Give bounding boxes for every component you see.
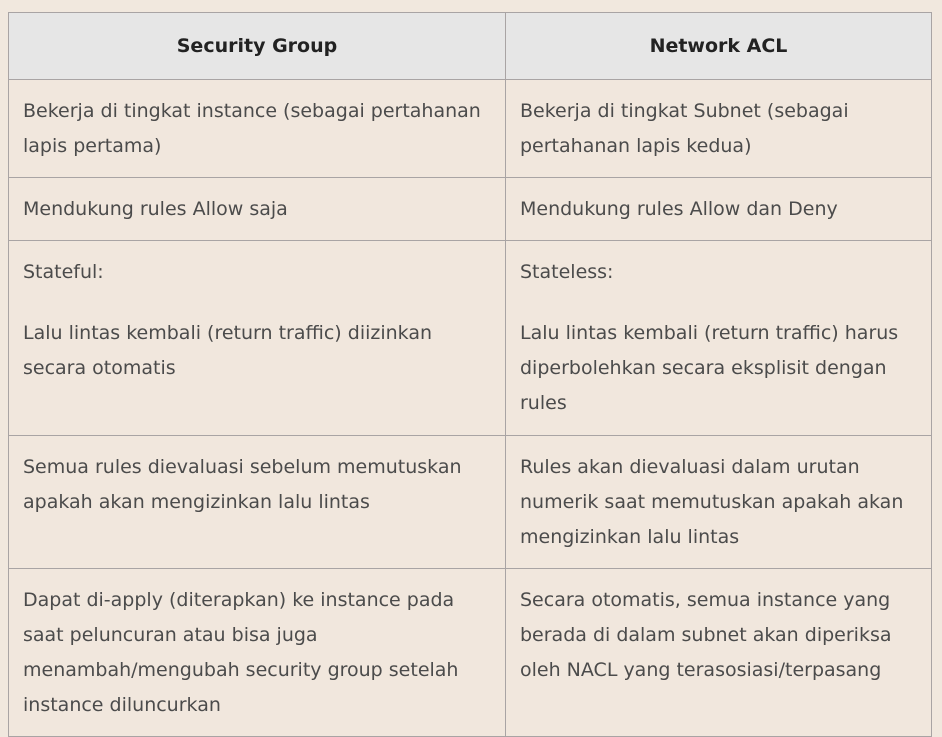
cell-text: Mendukung rules Allow dan Deny xyxy=(520,198,838,220)
cell-text: Stateful: xyxy=(23,261,104,283)
table-row: Bekerja di tingkat instance (sebagai per… xyxy=(8,79,932,178)
cell-text: Mendukung rules Allow saja xyxy=(23,198,288,220)
cell-text: Bekerja di tingkat Subnet (sebagai perta… xyxy=(520,100,849,157)
cell-network-acl: Rules akan dievaluasi dalam urutan numer… xyxy=(505,435,932,569)
header-security-group: Security Group xyxy=(8,12,506,80)
comparison-table: Security Group Network ACL Bekerja di ti… xyxy=(8,12,932,737)
cell-text: Lalu lintas kembali (return traffic) har… xyxy=(520,322,899,414)
table-header-row: Security Group Network ACL xyxy=(8,12,932,80)
header-network-acl: Network ACL xyxy=(505,12,932,80)
cell-network-acl: Secara otomatis, semua instance yang ber… xyxy=(505,568,932,737)
cell-text: Rules akan dievaluasi dalam urutan numer… xyxy=(520,456,904,548)
cell-network-acl: Stateless: Lalu lintas kembali (return t… xyxy=(505,240,932,436)
cell-text: Lalu lintas kembali (return traffic) dii… xyxy=(23,322,433,379)
table-row: Dapat di-apply (diterapkan) ke instance … xyxy=(8,568,932,737)
cell-text: Stateless: xyxy=(520,261,614,283)
cell-security-group: Dapat di-apply (diterapkan) ke instance … xyxy=(8,568,506,737)
cell-text: Secara otomatis, semua instance yang ber… xyxy=(520,589,892,681)
table-row: Stateful: Lalu lintas kembali (return tr… xyxy=(8,240,932,436)
table-row: Mendukung rules Allow saja Mendukung rul… xyxy=(8,177,932,241)
cell-network-acl: Bekerja di tingkat Subnet (sebagai perta… xyxy=(505,79,932,178)
cell-security-group: Mendukung rules Allow saja xyxy=(8,177,506,241)
cell-network-acl: Mendukung rules Allow dan Deny xyxy=(505,177,932,241)
cell-text: Dapat di-apply (diterapkan) ke instance … xyxy=(23,589,459,716)
cell-text: Bekerja di tingkat instance (sebagai per… xyxy=(23,100,481,157)
table-row: Semua rules dievaluasi sebelum memutuska… xyxy=(8,435,932,569)
cell-text: Semua rules dievaluasi sebelum memutuska… xyxy=(23,456,462,513)
cell-security-group: Stateful: Lalu lintas kembali (return tr… xyxy=(8,240,506,436)
comparison-table-container: Security Group Network ACL Bekerja di ti… xyxy=(8,12,932,737)
cell-security-group: Bekerja di tingkat instance (sebagai per… xyxy=(8,79,506,178)
cell-security-group: Semua rules dievaluasi sebelum memutuska… xyxy=(8,435,506,569)
